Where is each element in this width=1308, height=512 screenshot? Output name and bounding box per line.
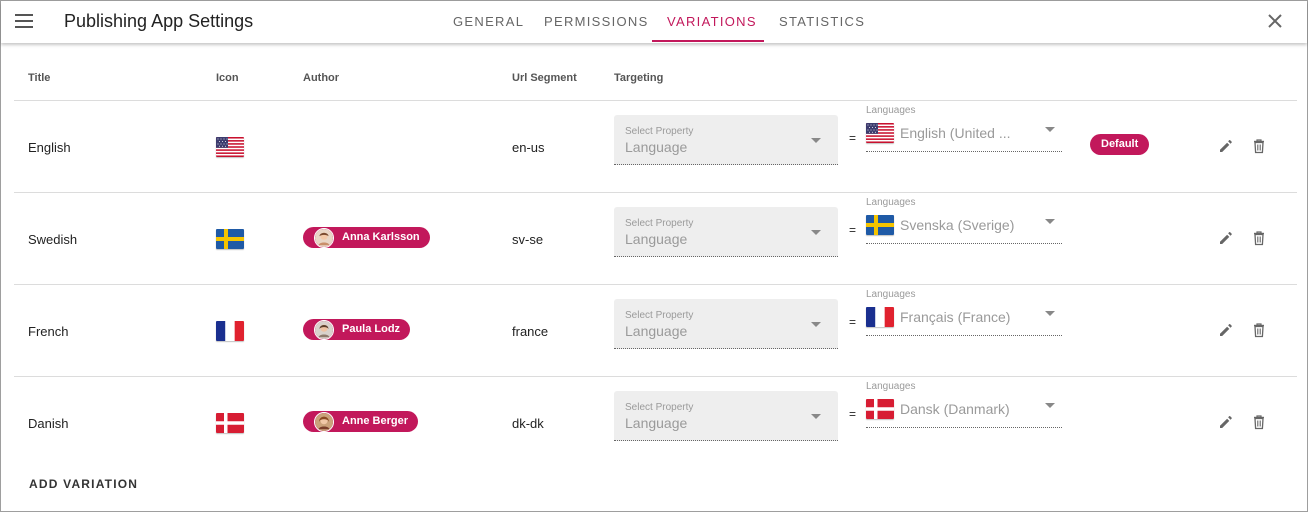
- column-header-targeting: Targeting: [614, 72, 664, 84]
- delete-icon[interactable]: [1250, 137, 1268, 155]
- languages-label: Languages: [866, 381, 916, 392]
- add-variation-button[interactable]: ADD VARIATION: [29, 477, 138, 491]
- variation-title: English: [28, 140, 71, 155]
- dropdown-caret-icon: [811, 138, 821, 143]
- property-select-label: Select Property: [625, 126, 694, 137]
- author-name: Anna Karlsson: [342, 231, 420, 243]
- languages-label: Languages: [866, 197, 916, 208]
- table-row: Swedish Anna Karlsson sv-se Select Prope…: [14, 192, 1297, 284]
- avatar: [314, 320, 334, 340]
- edit-icon[interactable]: [1217, 413, 1235, 431]
- delete-icon[interactable]: [1250, 229, 1268, 247]
- author-chip[interactable]: Paula Lodz: [303, 319, 411, 340]
- dropdown-caret-icon: [811, 414, 821, 419]
- active-tab-indicator: [652, 40, 764, 42]
- se-flag-icon: [866, 215, 894, 235]
- equals-operator: =: [849, 407, 857, 421]
- dk-flag-icon: [216, 413, 244, 433]
- url-segment: sv-se: [512, 232, 544, 247]
- table-row: French Paula Lodz france Select Property…: [14, 284, 1297, 376]
- avatar: [314, 228, 334, 248]
- se-flag-icon: [216, 229, 244, 249]
- dropdown-caret-icon: [1045, 403, 1055, 408]
- tab-statistics[interactable]: STATISTICS: [779, 14, 865, 29]
- variation-title: Swedish: [28, 232, 78, 247]
- property-select[interactable]: Select Property Language: [614, 299, 838, 349]
- dk-flag-icon: [866, 399, 894, 419]
- property-select-value: Language: [625, 139, 688, 155]
- app-window: Publishing App Settings GENERAL PERMISSI…: [0, 0, 1308, 512]
- property-select-label: Select Property: [625, 218, 694, 229]
- property-select[interactable]: Select Property Language: [614, 115, 838, 165]
- edit-icon[interactable]: [1217, 229, 1235, 247]
- equals-operator: =: [849, 131, 857, 145]
- equals-operator: =: [849, 223, 857, 237]
- property-select[interactable]: Select Property Language: [614, 391, 838, 441]
- author-chip[interactable]: Anna Karlsson: [303, 227, 430, 248]
- close-icon[interactable]: [1265, 11, 1285, 31]
- url-segment: france: [512, 324, 549, 339]
- author-name: Paula Lodz: [342, 323, 401, 335]
- default-badge: Default: [1090, 134, 1150, 155]
- languages-label: Languages: [866, 105, 916, 116]
- language-select[interactable]: Français (France): [866, 304, 1062, 336]
- language-select[interactable]: Dansk (Danmark): [866, 396, 1062, 428]
- delete-icon[interactable]: [1250, 321, 1268, 339]
- menu-icon[interactable]: [14, 12, 34, 30]
- property-select-value: Language: [625, 323, 688, 339]
- property-select-label: Select Property: [625, 402, 694, 413]
- tab-permissions[interactable]: PERMISSIONS: [544, 14, 649, 29]
- author-name: Anne Berger: [342, 415, 409, 427]
- language-select[interactable]: English (United ...: [866, 120, 1062, 152]
- us-flag-icon: [866, 123, 894, 143]
- language-select-value: Svenska (Sverige): [900, 217, 1015, 233]
- table-row: Danish Anne Berger dk-dk Select Property…: [14, 376, 1297, 468]
- tab-variations[interactable]: VARIATIONS: [667, 14, 757, 29]
- edit-icon[interactable]: [1217, 321, 1235, 339]
- url-segment: en-us: [512, 140, 545, 155]
- column-header-icon: Icon: [216, 72, 239, 84]
- column-header-author: Author: [303, 72, 340, 84]
- tab-general[interactable]: GENERAL: [453, 14, 524, 29]
- language-select-value: Dansk (Danmark): [900, 401, 1010, 417]
- property-select-label: Select Property: [625, 310, 694, 321]
- author-chip[interactable]: Anne Berger: [303, 411, 419, 432]
- edit-icon[interactable]: [1217, 137, 1235, 155]
- url-segment: dk-dk: [512, 416, 544, 431]
- language-select-value: English (United ...: [900, 125, 1011, 141]
- avatar: [314, 412, 334, 432]
- app-header: Publishing App Settings GENERAL PERMISSI…: [1, 1, 1307, 43]
- languages-label: Languages: [866, 289, 916, 300]
- property-select-value: Language: [625, 415, 688, 431]
- dropdown-caret-icon: [1045, 219, 1055, 224]
- column-header-url-segment: Url Segment: [512, 72, 577, 84]
- language-select-value: Français (France): [900, 309, 1011, 325]
- column-header-title: Title: [28, 72, 51, 84]
- page-title: Publishing App Settings: [64, 11, 254, 31]
- fr-flag-icon: [216, 321, 244, 341]
- property-select[interactable]: Select Property Language: [614, 207, 838, 257]
- variation-title: Danish: [28, 416, 69, 431]
- dropdown-caret-icon: [1045, 127, 1055, 132]
- equals-operator: =: [849, 315, 857, 329]
- dropdown-caret-icon: [1045, 311, 1055, 316]
- fr-flag-icon: [866, 307, 894, 327]
- table-row: English en-us Select Property Language =…: [14, 100, 1297, 192]
- dropdown-caret-icon: [811, 322, 821, 327]
- property-select-value: Language: [625, 231, 688, 247]
- us-flag-icon: [216, 137, 244, 157]
- variation-title: French: [28, 324, 69, 339]
- dropdown-caret-icon: [811, 230, 821, 235]
- language-select[interactable]: Svenska (Sverige): [866, 212, 1062, 244]
- delete-icon[interactable]: [1250, 413, 1268, 431]
